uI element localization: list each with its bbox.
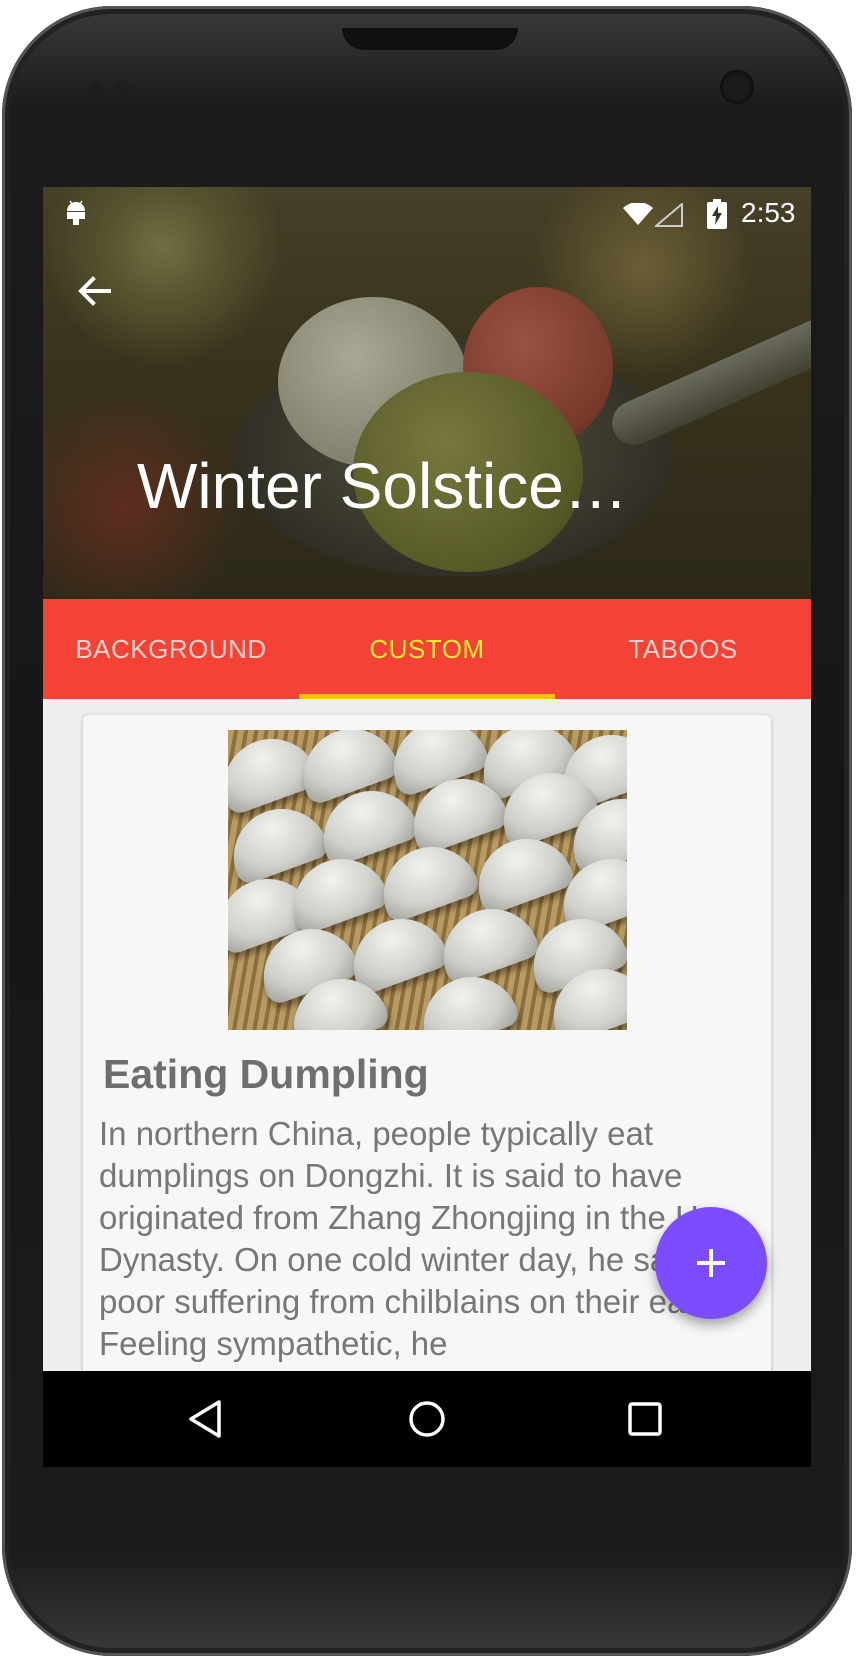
status-time: 2:53: [741, 197, 796, 228]
nav-back-icon[interactable]: [187, 1399, 223, 1439]
wifi-icon: [623, 203, 653, 225]
add-fab-button[interactable]: [655, 1207, 767, 1319]
card-title: Eating Dumpling: [103, 1051, 429, 1097]
signal-icon: [655, 203, 683, 227]
light-sensor: [114, 80, 130, 96]
tab-taboos[interactable]: TABOOS: [555, 599, 811, 699]
status-bar: 2:53: [43, 187, 811, 237]
nav-home-icon[interactable]: [407, 1399, 447, 1439]
tab-bar: BACKGROUND CUSTOM TABOOS: [43, 599, 811, 699]
earpiece-speaker: [342, 28, 518, 50]
collapsing-header: 2:53 Winter Solstice…: [43, 187, 811, 599]
android-icon: [67, 200, 85, 225]
tab-custom[interactable]: CUSTOM: [299, 599, 555, 699]
nav-recents-icon[interactable]: [627, 1401, 663, 1437]
screen: 2:53 Winter Solstice… BACKGROUND CUSTOM …: [43, 187, 811, 1467]
page-title: Winter Solstice…: [137, 450, 628, 522]
system-nav-bar: [43, 1371, 811, 1467]
battery-icon: [707, 199, 727, 229]
proximity-sensor: [88, 80, 104, 96]
header-scrim: [43, 187, 811, 599]
card-body-text: In northern China, people typically eat …: [99, 1115, 748, 1362]
dumplings-image: [228, 730, 627, 1030]
plus-icon: [697, 1249, 725, 1277]
back-arrow-icon[interactable]: [73, 269, 117, 313]
tab-background[interactable]: BACKGROUND: [43, 599, 299, 699]
front-camera: [720, 70, 754, 104]
